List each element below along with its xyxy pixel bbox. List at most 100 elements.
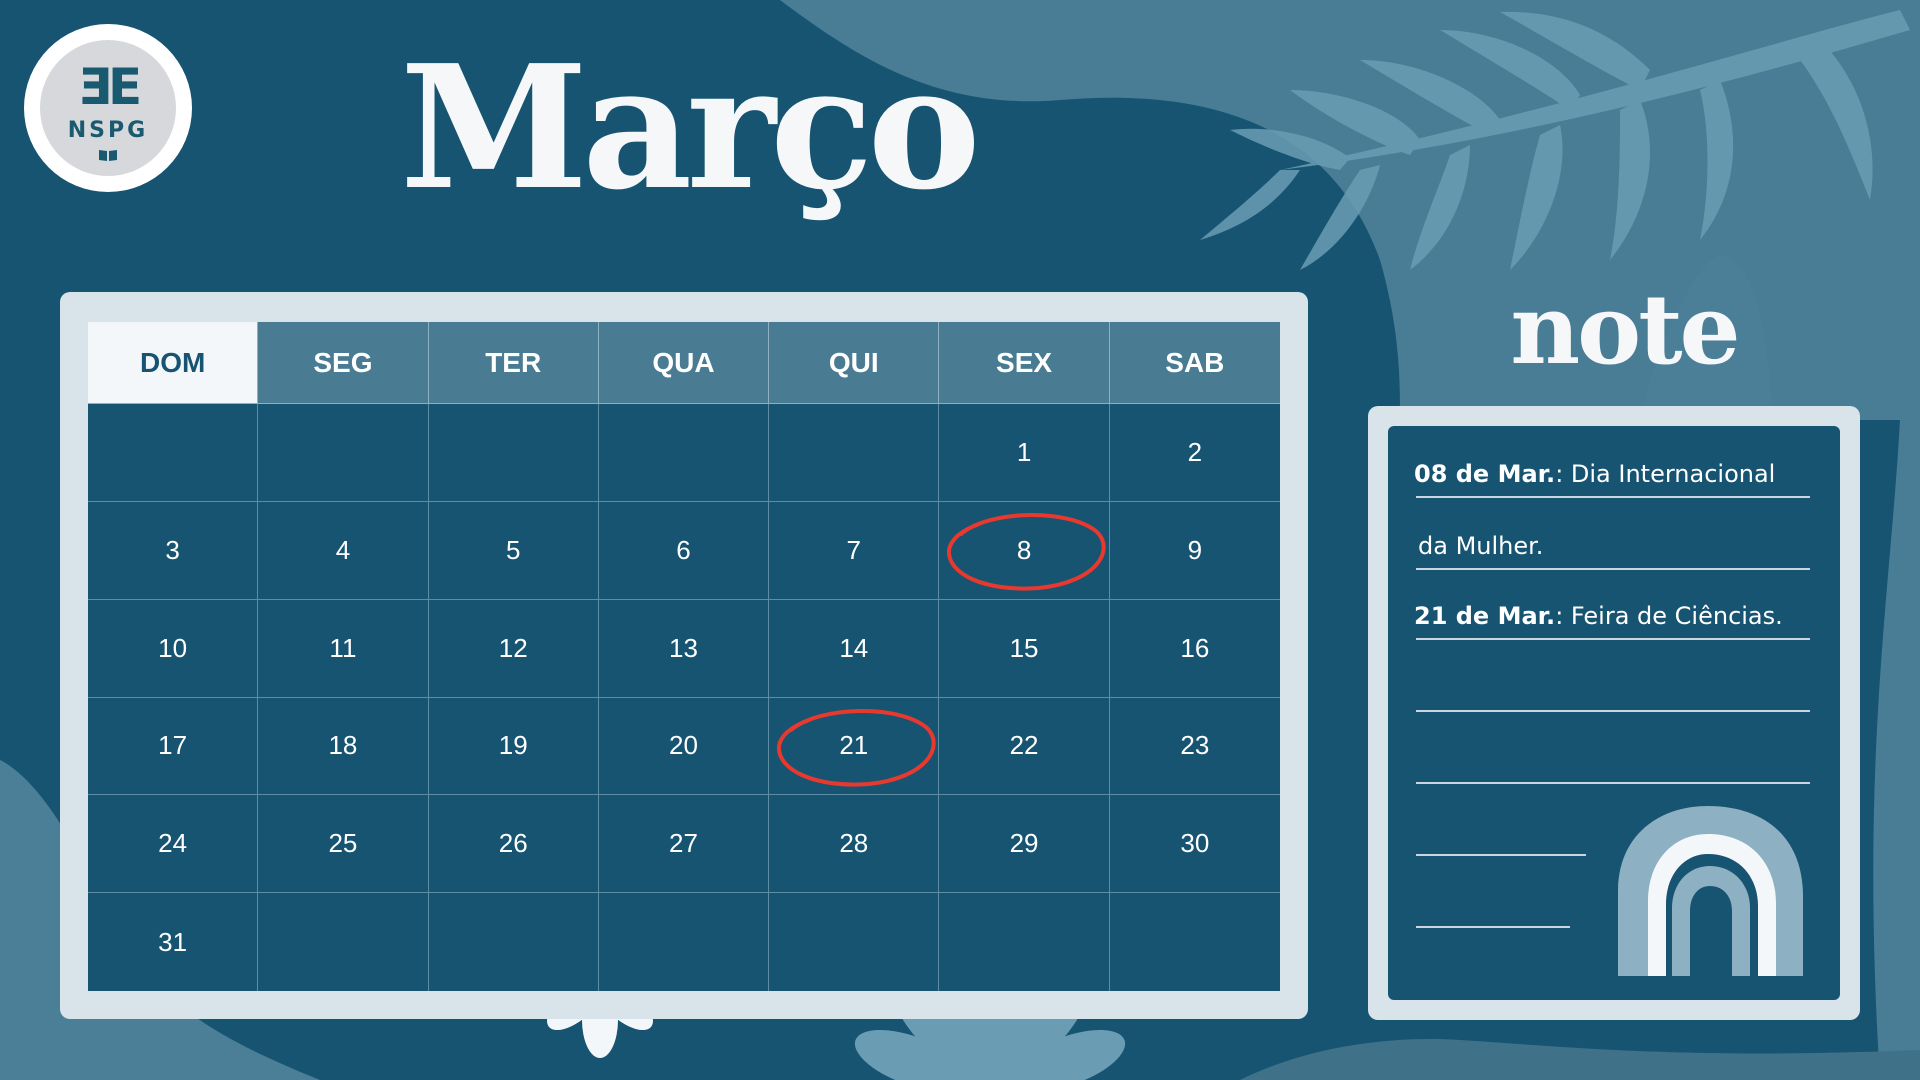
logo-text: NSPG [67,118,149,143]
day-cell-2: 2 [1109,404,1280,502]
day-number: 25 [328,828,358,859]
day-cell-18: 18 [258,697,429,796]
day-cell-empty [599,893,770,991]
day-number: 31 [158,926,188,957]
day-cell-11: 11 [258,599,429,698]
day-cell-empty [258,893,429,991]
day-number: 3 [165,534,180,565]
day-cell-25: 25 [258,795,429,894]
day-cell-1: 1 [939,404,1110,502]
logo-mark: ƎE [77,58,142,116]
day-cell-9: 9 [1109,502,1280,600]
day-number: 19 [498,730,528,761]
school-logo: ƎE NSPG [24,24,192,192]
day-number: 17 [158,730,188,761]
day-cell-7: 7 [769,501,940,600]
day-number: 30 [1180,828,1210,859]
day-number: 22 [1009,730,1039,761]
day-cell-empty [598,404,770,502]
day-cell-21: 21 [769,697,940,796]
day-cell-22: 22 [939,697,1110,796]
day-number: 24 [158,828,188,859]
day-cell-17: 17 [88,697,259,796]
day-number: 10 [158,632,188,663]
day-cell-empty [769,404,940,502]
note-title: note [1510,273,1740,386]
day-cell-empty [429,893,599,991]
day-cell-29: 29 [939,795,1110,894]
day-number: 12 [498,632,528,663]
note-line [1416,638,1810,640]
day-number: 21 [839,730,869,761]
day-cell-empty [769,893,940,991]
note-entry-3: 21 de Mar.: Feira de Ciências. [1414,602,1783,630]
note-panel: 08 de Mar.: Dia Internacional da Mulher.… [1388,426,1840,1000]
note-frame: 08 de Mar.: Dia Internacional da Mulher.… [1368,406,1860,1020]
day-cell-20: 20 [598,697,770,796]
day-cell-23: 23 [1109,698,1280,796]
note-line [1416,496,1810,498]
day-cell-19: 19 [428,697,599,796]
calendar-frame: DOM SEG TER QUA QUI SEX SAB 1 2 3 4 5 6 7 8 9 10 1… [60,292,1308,1019]
day-number: 9 [1187,534,1203,565]
day-number: 27 [669,828,698,859]
day-number: 1 [1016,436,1032,467]
day-cell-16: 16 [1109,600,1280,698]
day-number: 4 [335,534,351,565]
day-cell-empty [258,404,429,502]
day-cell-13: 13 [598,599,770,698]
day-cell-15: 15 [939,599,1110,698]
day-cell-12: 12 [428,599,599,698]
day-number: 23 [1180,730,1210,761]
weekday-header-seg: SEG [258,322,429,404]
day-cell-26: 26 [428,795,599,894]
weekday-header-sab: SAB [1109,322,1280,404]
day-number: 13 [669,632,698,663]
day-number: 5 [505,534,521,565]
day-number: 8 [1016,534,1032,565]
day-number: 7 [846,534,862,565]
note-entry-3-text: : Feira de Ciências. [1555,602,1783,630]
note-entry-3-date: 21 de Mar. [1414,602,1556,630]
day-number: 20 [669,730,698,761]
weekday-header-qui: QUI [769,322,940,404]
note-entry-1: 08 de Mar.: Dia Internacional [1414,460,1775,488]
note-line [1416,926,1570,928]
weekday-header-sex: SEX [939,322,1110,404]
weekday-header-qua: QUA [598,322,770,404]
day-number: 28 [839,828,869,859]
day-cell-28: 28 [769,795,940,894]
day-cell-30: 30 [1109,795,1280,894]
weekday-header-dom: DOM [88,322,259,404]
note-line [1416,782,1810,784]
day-cell-6: 6 [598,501,770,600]
note-line [1416,854,1586,856]
note-entry-1-text: : Dia Internacional [1555,460,1776,488]
logo-badge: ƎE NSPG [40,40,176,176]
book-icon [99,150,117,161]
day-cell-5: 5 [428,501,599,600]
note-entry-2: da Mulher. [1418,532,1543,560]
day-cell-empty [1110,893,1280,991]
day-number: 18 [328,730,358,761]
day-cell-3: 3 [88,501,259,600]
note-entry-2-text: da Mulher. [1418,532,1544,560]
calendar-grid: DOM SEG TER QUA QUI SEX SAB 1 2 3 4 5 6 7 8 9 10 1… [88,322,1280,991]
day-number: 15 [1009,632,1039,663]
day-cell-empty [428,404,599,502]
weekday-header-ter: TER [428,322,599,404]
day-number: 14 [839,632,869,663]
day-cell-14: 14 [769,599,940,698]
day-number: 11 [329,632,357,663]
day-number: 16 [1180,632,1210,663]
day-cell-8: 8 [939,501,1110,600]
day-number: 26 [498,828,528,859]
day-cell-10: 10 [88,599,259,698]
note-line [1416,710,1810,712]
day-cell-4: 4 [258,501,429,600]
day-number: 2 [1187,436,1203,467]
rainbow-icon [1618,806,1803,976]
day-cell-27: 27 [598,795,770,894]
day-number: 29 [1009,828,1039,859]
note-line [1416,568,1810,570]
